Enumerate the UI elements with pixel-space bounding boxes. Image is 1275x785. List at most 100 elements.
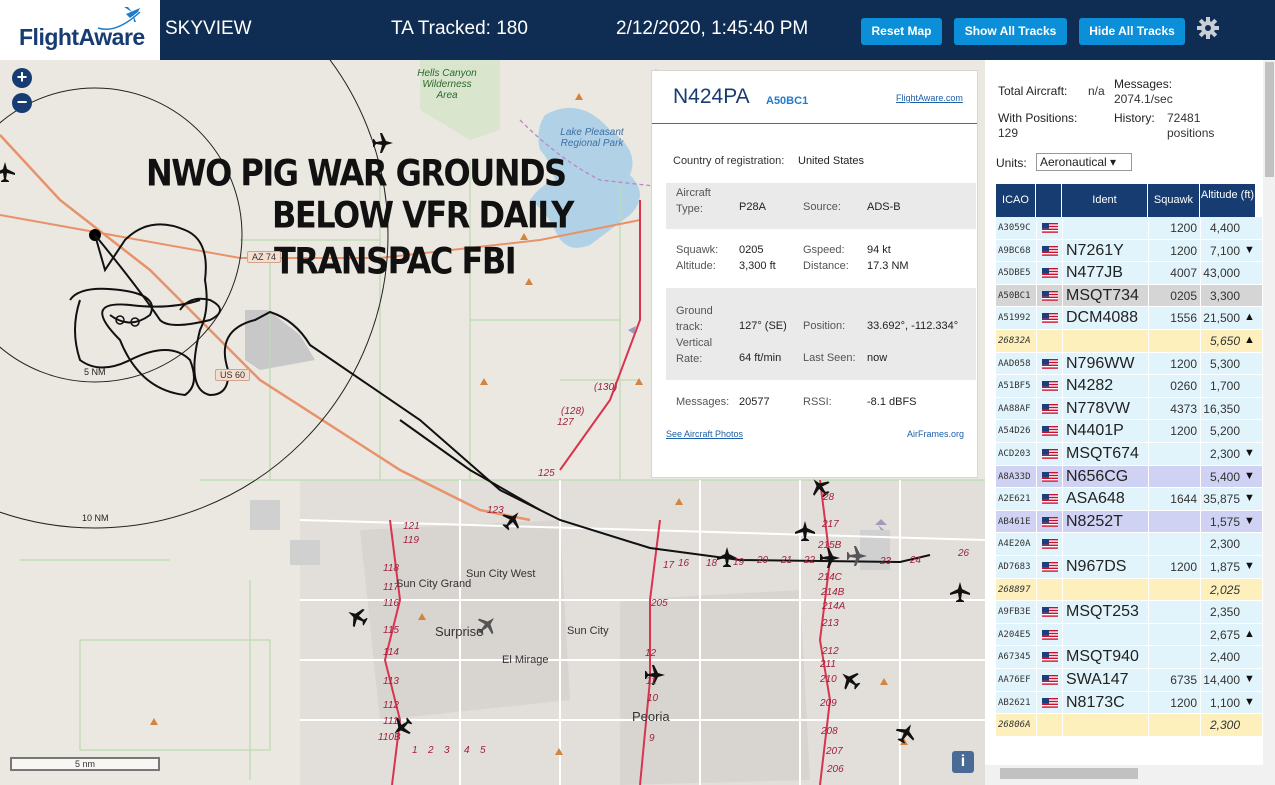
exit-label: 9 — [649, 733, 655, 744]
exit-label: 210 — [820, 674, 837, 685]
hide-all-tracks-button[interactable]: Hide All Tracks — [1079, 18, 1185, 45]
cell-squawk: 1200 — [1170, 560, 1197, 574]
table-row[interactable]: A9FB3E MSQT253 2,350 — [996, 601, 1262, 627]
cell-squawk: 6735 — [1170, 673, 1197, 687]
source-label: Source: — [803, 201, 841, 213]
cell-ident: ASA648 — [1066, 490, 1125, 508]
units-select[interactable]: Aeronautical ▾ — [1036, 153, 1132, 171]
messages: 20577 — [739, 396, 770, 408]
altitude-label: Altitude: — [676, 260, 716, 272]
total-aircraft-label: Total Aircraft: — [998, 84, 1068, 98]
wilderness-label: Hells Canyon Wilderness Area — [417, 68, 477, 101]
table-row[interactable]: A204E5 2,675 ▲ — [996, 623, 1262, 649]
cell-icao: AB461E — [998, 516, 1031, 527]
cell-ident: N8173C — [1066, 693, 1125, 711]
col-squawk[interactable]: Squawk — [1148, 184, 1200, 217]
gear-icon[interactable] — [1196, 16, 1220, 40]
map-scale: 5 nm — [10, 757, 160, 771]
show-all-tracks-button[interactable]: Show All Tracks — [954, 18, 1067, 45]
place-label: El Mirage — [502, 654, 549, 666]
table-row[interactable]: AB461E N8252T 1,575 ▼ — [996, 510, 1262, 536]
exit-label: 118 — [383, 563, 399, 574]
aircraft-icon — [820, 548, 840, 568]
airframes-link[interactable]: AirFrames.org — [907, 429, 964, 439]
flightaware-link[interactable]: FlightAware.com — [896, 93, 963, 103]
cell-icao: A5DBE5 — [998, 268, 1031, 279]
cell-ident: DCM4088 — [1066, 309, 1139, 327]
horizontal-scroll-thumb[interactable] — [1000, 768, 1138, 779]
source: ADS-B — [867, 201, 901, 213]
zoom-out-button[interactable]: − — [12, 93, 32, 113]
cell-ident: N778VW — [1066, 399, 1131, 417]
table-row[interactable]: A5DBE5 N477JB 4007 43,000 — [996, 262, 1262, 288]
cell-altitude: 14,400 — [1203, 673, 1240, 687]
flightaware-logo[interactable]: FlightAware — [0, 0, 160, 60]
cell-trend: ▼ — [1244, 469, 1255, 482]
cell-altitude: 1,700 — [1209, 379, 1240, 394]
col-flag[interactable] — [1036, 184, 1062, 217]
cell-ident: N8252T — [1066, 512, 1123, 530]
table-row[interactable]: A8A33D N656CG 5,400 ▼ — [996, 465, 1262, 491]
table-row[interactable]: A3059C 1200 4,400 — [996, 217, 1262, 242]
col-ident[interactable]: Ident — [1062, 184, 1148, 217]
cell-trend: ▼ — [1244, 673, 1255, 685]
table-row[interactable]: A9BC68 N7261Y 1200 7,100 ▼ — [996, 239, 1262, 265]
messages-rate: 2074.1/sec — [1114, 92, 1173, 106]
overlay-text-1: NWO PIG WAR GROUNDS — [146, 151, 567, 195]
cell-altitude: 43,000 — [1203, 266, 1240, 281]
us-flag-icon — [1042, 697, 1058, 708]
table-row[interactable]: A2E621 ASA648 1644 35,875 ▼ — [996, 488, 1262, 514]
cell-squawk: 0205 — [1170, 288, 1197, 303]
table-row[interactable]: A51992 DCM4088 1556 21,500 ▲ — [996, 307, 1262, 333]
us-flag-icon — [1042, 607, 1058, 618]
table-row[interactable]: A50BC1 MSQT734 0205 3,300 — [996, 284, 1262, 310]
cell-ident: N656CG — [1066, 467, 1129, 485]
cell-altitude: 5,650 — [1209, 334, 1240, 348]
cell-trend: ▲ — [1244, 627, 1255, 640]
reset-map-button[interactable]: Reset Map — [861, 18, 942, 45]
table-row[interactable]: 26832A 5,650 ▲ — [996, 330, 1262, 355]
aircraft-photos-link[interactable]: See Aircraft Photos — [666, 429, 743, 439]
aircraft-icon — [0, 162, 15, 182]
info-button[interactable]: i — [952, 751, 974, 773]
route-shield-us60: US 60 — [215, 369, 251, 381]
table-row[interactable]: AA88AF N778VW 4373 16,350 — [996, 397, 1262, 423]
col-icao[interactable]: ICAO — [996, 184, 1036, 217]
cell-altitude: 2,025 — [1209, 582, 1240, 597]
cell-squawk: 0260 — [1170, 379, 1197, 394]
aircraft-icon — [343, 603, 371, 631]
exit-label: 18 — [706, 558, 718, 569]
scrollbar-thumb[interactable] — [1265, 62, 1274, 177]
exit-label: 10 — [647, 693, 659, 704]
exit-label: 116 — [383, 598, 399, 609]
exit-label: 1 — [412, 745, 418, 756]
place-label: Sun City Grand — [396, 578, 472, 590]
place-label: Sun City — [567, 625, 609, 637]
table-row[interactable]: ACD203 MSQT674 2,300 ▼ — [996, 443, 1262, 468]
exit-label: 22 — [804, 555, 816, 566]
table-row[interactable]: A4E20A 2,300 — [996, 533, 1262, 559]
table-row[interactable]: AB2621 N8173C 1200 1,100 ▼ — [996, 691, 1262, 717]
distance: 17.3 NM — [867, 260, 909, 272]
zoom-in-button[interactable]: + — [12, 68, 32, 88]
table-row[interactable]: AD7683 N967DS 1200 1,875 ▼ — [996, 556, 1262, 581]
country-label: Country of registration: — [673, 155, 785, 167]
table-row[interactable]: 268897 2,025 — [996, 578, 1262, 604]
us-flag-icon — [1042, 539, 1058, 550]
cell-squawk: 1644 — [1170, 492, 1197, 507]
table-row[interactable]: A51BF5 N4282 0260 1,700 — [996, 375, 1262, 401]
table-row[interactable]: 26806A 2,300 — [996, 714, 1262, 740]
cell-altitude: 2,350 — [1209, 605, 1240, 620]
table-row[interactable]: A67345 MSQT940 2,400 — [996, 646, 1262, 672]
distance-label: Distance: — [803, 260, 849, 272]
registration: N424PA — [673, 85, 750, 108]
table-row[interactable]: AAD058 N796WW 1200 5,300 — [996, 352, 1262, 378]
exit-label: 11 — [646, 676, 657, 687]
table-row[interactable]: AA76EF SWA147 6735 14,400 ▼ — [996, 669, 1262, 694]
table-row[interactable]: A54D26 N4401P 1200 5,200 — [996, 420, 1262, 446]
exit-label: 111 — [383, 716, 399, 727]
cell-icao: A3059C — [998, 223, 1031, 233]
cell-trend: ▼ — [1244, 695, 1255, 708]
cell-squawk: 1200 — [1170, 356, 1197, 371]
col-altitude[interactable]: Altitude (ft) — [1200, 184, 1256, 217]
